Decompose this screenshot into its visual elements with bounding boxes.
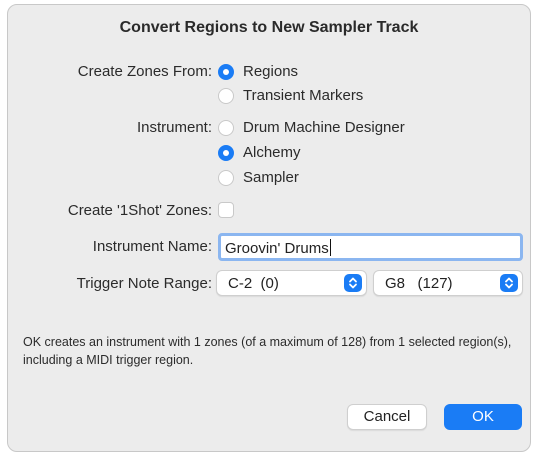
trigger-low-select[interactable]: C-2 (0): [216, 270, 367, 296]
trigger-high-select[interactable]: G8 (127): [373, 270, 523, 296]
trigger-range-label: Trigger Note Range:: [76, 275, 212, 292]
radio-regions-label: Regions: [243, 63, 299, 80]
ok-button[interactable]: OK: [444, 404, 522, 430]
radio-transient-markers-control[interactable]: [218, 87, 234, 104]
radio-drum-machine-designer-control[interactable]: [218, 119, 234, 136]
radio-sampler[interactable]: Sampler: [218, 169, 299, 186]
text-caret: [329, 239, 331, 256]
dialog-title: Convert Regions to New Sampler Track: [119, 19, 419, 36]
instrument-name-label: Instrument Name:: [92, 238, 212, 255]
cancel-button[interactable]: Cancel: [347, 404, 427, 430]
instrument-name-input[interactable]: Groovin' Drums: [218, 233, 523, 261]
trigger-high-value: G8 (127): [385, 275, 453, 292]
radio-transient-markers-label: Transient Markers: [243, 87, 364, 104]
radio-drum-machine-designer-label: Drum Machine Designer: [243, 119, 405, 136]
trigger-low-value: C-2 (0): [228, 275, 279, 292]
radio-drum-machine-designer[interactable]: Drum Machine Designer: [218, 119, 405, 136]
radio-transient-markers[interactable]: Transient Markers: [218, 87, 363, 104]
chevron-updown-icon: [344, 274, 362, 292]
radio-alchemy-control[interactable]: [218, 144, 234, 161]
info-note: OK creates an instrument with 1 zones (o…: [23, 335, 512, 367]
instrument-name-value: Groovin' Drums: [225, 240, 329, 257]
convert-regions-dialog: Convert Regions to New Sampler Track Cre…: [7, 4, 531, 452]
oneshot-checkbox[interactable]: [218, 202, 234, 218]
radio-regions-control[interactable]: [218, 63, 234, 80]
radio-sampler-label: Sampler: [243, 169, 299, 186]
instrument-label: Instrument:: [136, 119, 212, 136]
radio-sampler-control[interactable]: [218, 169, 234, 186]
radio-alchemy-label: Alchemy: [243, 144, 301, 161]
oneshot-label: Create '1Shot' Zones:: [67, 202, 212, 219]
create-zones-label: Create Zones From:: [77, 63, 212, 80]
radio-alchemy[interactable]: Alchemy: [218, 144, 301, 161]
radio-regions[interactable]: Regions: [218, 63, 298, 80]
chevron-updown-icon: [500, 274, 518, 292]
